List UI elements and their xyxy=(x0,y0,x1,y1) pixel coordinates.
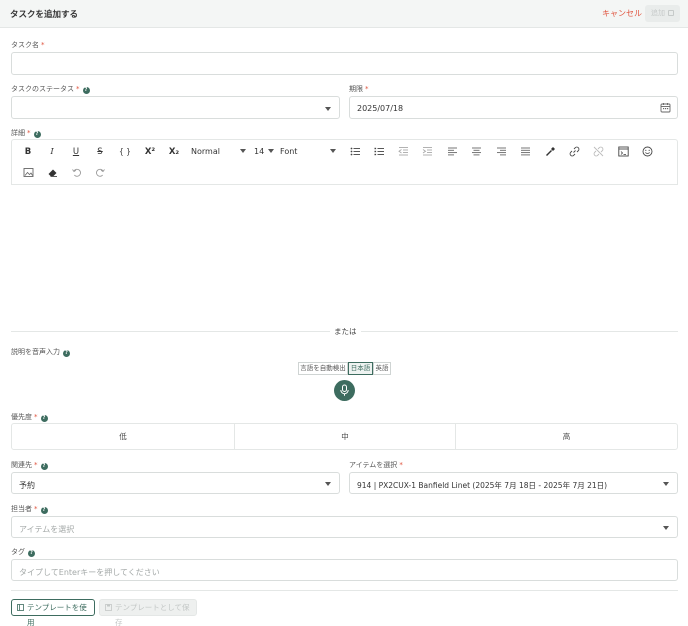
chevron-down-icon xyxy=(663,526,669,530)
chevron-down-icon xyxy=(268,149,274,153)
assignee-placeholder: アイテムを選択 xyxy=(19,525,75,534)
save-icon xyxy=(105,604,112,611)
use-template-button[interactable]: テンプレートを使用 xyxy=(11,599,95,626)
redo-icon[interactable] xyxy=(93,167,107,178)
lang-english-button[interactable]: 英語 xyxy=(373,362,391,375)
use-template-label: テンプレートを使用 xyxy=(27,603,87,626)
voice-label: 説明を音声入力? xyxy=(11,347,70,357)
related-label: 関連先 *? xyxy=(11,460,48,470)
related-value: 予約 xyxy=(19,481,35,490)
modal-header: タスクを追加する キャンセル 追加 xyxy=(0,0,688,28)
strikethrough-button[interactable]: S xyxy=(93,146,107,158)
image-icon[interactable] xyxy=(21,167,35,178)
task-name-input[interactable] xyxy=(11,52,678,75)
or-label: または xyxy=(330,326,361,337)
item-select[interactable]: 914 | PX2CUX-1 Banfield Linet (2025年 7月 … xyxy=(349,472,678,494)
subscript-button[interactable]: X₂ xyxy=(166,146,182,158)
align-justify-icon[interactable] xyxy=(518,146,532,157)
priority-medium-option[interactable]: 中 xyxy=(234,423,456,450)
task-name-label: タスク名 * xyxy=(11,41,45,49)
save-icon xyxy=(668,10,674,16)
eraser-icon[interactable] xyxy=(45,167,59,178)
help-icon[interactable]: ? xyxy=(40,415,48,422)
item-value: 914 | PX2CUX-1 Banfield Linet (2025年 7月 … xyxy=(357,481,608,490)
due-date-input[interactable]: 2025/07/18 xyxy=(349,96,678,119)
cancel-button[interactable]: キャンセル xyxy=(602,8,642,19)
submit-button[interactable]: 追加 xyxy=(645,5,680,22)
submit-label: 追加 xyxy=(651,9,665,17)
details-editor-area[interactable] xyxy=(11,185,678,320)
status-select[interactable] xyxy=(11,96,340,119)
related-select[interactable]: 予約 xyxy=(11,472,340,494)
help-icon[interactable]: ? xyxy=(63,350,70,357)
chevron-down-icon xyxy=(330,149,336,153)
undo-icon[interactable] xyxy=(69,167,83,178)
bullet-list-icon[interactable] xyxy=(348,146,362,157)
chevron-down-icon xyxy=(240,149,246,153)
embed-icon[interactable] xyxy=(616,146,630,157)
status-label: タスクのステータス *? xyxy=(11,84,90,94)
indent-icon[interactable] xyxy=(420,146,434,157)
italic-button[interactable]: I xyxy=(45,146,59,158)
emoji-icon[interactable] xyxy=(640,146,654,157)
align-right-icon[interactable] xyxy=(494,146,508,157)
heading-value: Normal xyxy=(191,147,220,156)
modal-title: タスクを追加する xyxy=(10,10,79,20)
help-icon[interactable]: ? xyxy=(33,131,41,138)
bold-button[interactable]: B xyxy=(21,146,35,158)
rich-text-toolbar: B I U S { } X² X₂ Normal 14 Font xyxy=(11,139,678,185)
underline-button[interactable]: U xyxy=(69,146,83,158)
item-label: アイテムを選択 * xyxy=(349,461,403,469)
priority-high-option[interactable]: 高 xyxy=(455,423,678,450)
heading-select[interactable]: Normal xyxy=(191,146,246,158)
microphone-icon xyxy=(340,384,349,396)
tags-placeholder: タイプしてEnterキーを押してください xyxy=(19,568,160,577)
save-as-template-button[interactable]: テンプレートとして保存 xyxy=(99,599,197,626)
outdent-icon[interactable] xyxy=(396,146,410,157)
priority-label: 優先度 *? xyxy=(11,412,48,422)
due-date-value: 2025/07/18 xyxy=(357,104,404,113)
tags-input[interactable]: タイプしてEnterキーを押してください xyxy=(11,559,678,581)
unlink-icon[interactable] xyxy=(591,146,605,157)
font-size-value: 14 xyxy=(254,147,265,156)
lang-japanese-button[interactable]: 日本語 xyxy=(348,362,373,375)
align-left-icon[interactable] xyxy=(445,146,459,157)
divider xyxy=(11,590,678,591)
help-icon[interactable]: ? xyxy=(40,463,48,470)
font-family-value: Font xyxy=(280,147,298,156)
numbered-list-icon[interactable] xyxy=(372,146,386,157)
help-icon[interactable]: ? xyxy=(40,507,48,514)
lang-auto-button[interactable]: 言語を自動検出 xyxy=(298,362,348,375)
due-label: 期限 * xyxy=(349,85,369,93)
font-family-select[interactable]: Font xyxy=(280,146,336,158)
template-icon xyxy=(17,604,24,611)
help-icon[interactable]: ? xyxy=(82,87,90,94)
link-icon[interactable] xyxy=(567,146,581,157)
chevron-down-icon xyxy=(325,107,331,111)
assignee-select[interactable]: アイテムを選択 xyxy=(11,516,678,538)
calendar-icon[interactable] xyxy=(660,102,671,113)
align-center-icon[interactable] xyxy=(469,146,483,157)
chevron-down-icon xyxy=(325,482,331,486)
chevron-down-icon xyxy=(663,482,669,486)
priority-low-option[interactable]: 低 xyxy=(11,423,235,450)
details-label: 詳細 *? xyxy=(11,128,41,138)
superscript-button[interactable]: X² xyxy=(142,146,158,158)
assignee-label: 担当者 *? xyxy=(11,504,48,514)
color-picker-icon[interactable] xyxy=(543,146,557,157)
save-as-template-label: テンプレートとして保存 xyxy=(115,603,190,626)
font-size-select[interactable]: 14 xyxy=(254,146,274,158)
microphone-button[interactable] xyxy=(334,380,355,401)
help-icon[interactable]: ? xyxy=(28,550,35,557)
code-button[interactable]: { } xyxy=(118,146,132,158)
tags-label: タグ? xyxy=(11,547,35,557)
